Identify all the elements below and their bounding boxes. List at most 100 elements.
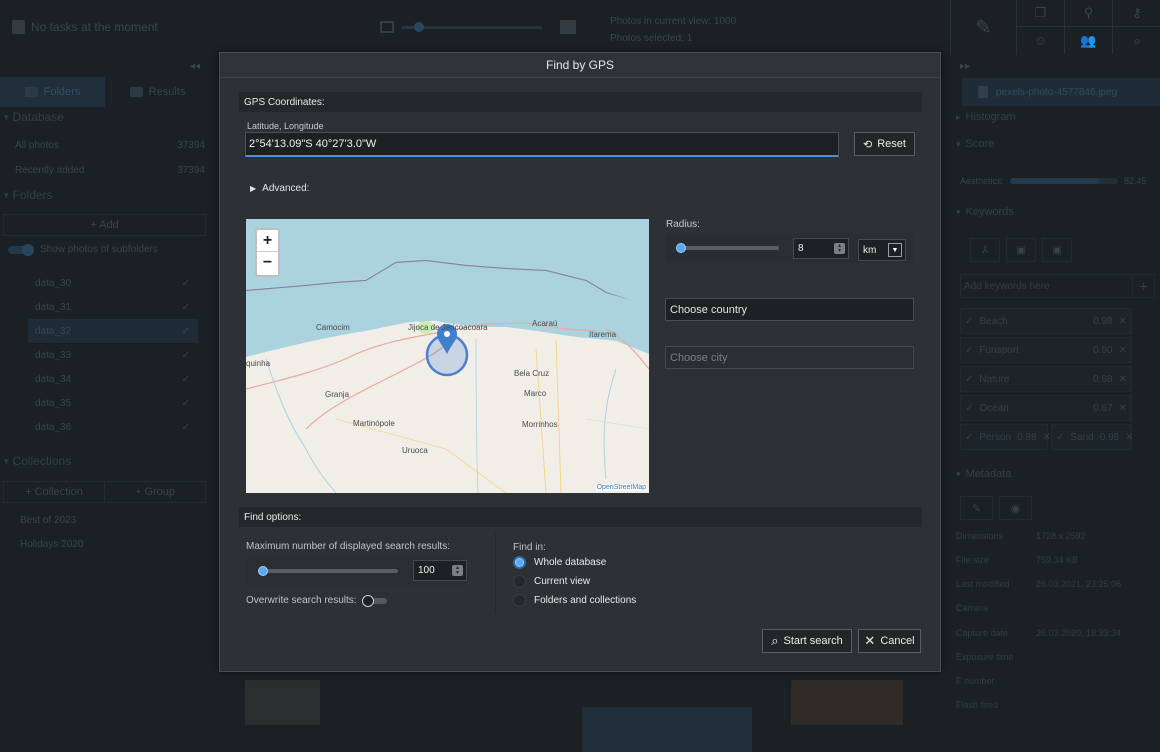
expand-right-icon[interactable]: ▸▸ xyxy=(960,61,970,72)
remove-icon[interactable]: ✕ xyxy=(1119,316,1127,327)
dropdown-arrow-icon[interactable]: ▼ xyxy=(888,243,902,257)
radius-slider-knob[interactable] xyxy=(676,243,686,253)
coordinates-input[interactable] xyxy=(245,132,839,157)
remove-icon[interactable]: ✕ xyxy=(1119,345,1127,356)
unit-value: km xyxy=(863,245,876,256)
max-results-knob[interactable] xyxy=(258,566,268,576)
metadata-header[interactable]: Metadata xyxy=(956,468,1011,480)
radio-folders-collections[interactable]: Folders and collections xyxy=(513,594,636,607)
keyword-chip[interactable]: ✓Beach0.98✕ xyxy=(960,308,1132,334)
tab-folders[interactable]: Folders xyxy=(0,77,105,107)
max-results-slider[interactable] xyxy=(260,569,398,573)
collection-item[interactable]: Best of 2023 xyxy=(20,515,76,526)
folder-item[interactable]: data_35✓ xyxy=(28,391,198,415)
keyword-name: Funsport xyxy=(979,345,1087,356)
photo-thumbnail[interactable] xyxy=(245,680,320,725)
people-icon[interactable]: 👥 xyxy=(1065,27,1113,54)
photo-thumbnail[interactable] xyxy=(582,707,752,752)
radio-current-view[interactable]: Current view xyxy=(513,575,590,588)
recently-added-item[interactable]: Recently added37394 xyxy=(15,165,205,176)
radio-whole-database[interactable]: Whole database xyxy=(513,556,606,569)
city-select[interactable]: Choose city xyxy=(665,346,914,369)
radio-dot[interactable] xyxy=(513,594,526,607)
save-icon[interactable]: ▣ xyxy=(1006,238,1036,262)
start-search-button[interactable]: ⌕ Start search xyxy=(762,629,852,653)
all-photos-item[interactable]: All photos37394 xyxy=(15,140,205,151)
keyword-chip[interactable]: ✓Person0.88✕ xyxy=(960,424,1048,450)
add-keyword-button[interactable]: + xyxy=(1132,275,1154,297)
toggle-switch[interactable] xyxy=(8,246,32,254)
keyword-chip[interactable]: ✓Funsport0.90✕ xyxy=(960,337,1132,363)
folder-item-selected[interactable]: data_32✓ xyxy=(28,319,198,343)
radius-slider[interactable] xyxy=(679,246,779,250)
country-select[interactable]: Choose country xyxy=(665,298,914,321)
keyword-chip[interactable]: ✓Nature0.98✕ xyxy=(960,366,1132,392)
reset-button[interactable]: ⟲ Reset xyxy=(854,132,915,156)
map-view[interactable]: Camocim Jijoca de Jericoacoara Acaraú It… xyxy=(246,219,649,493)
collection-item[interactable]: Holidays 2020 xyxy=(20,539,83,550)
key-icon[interactable]: ⚷ xyxy=(1113,0,1160,27)
map-attribution[interactable]: OpenStreetMap xyxy=(596,484,647,491)
remove-icon[interactable]: ✕ xyxy=(1043,432,1051,443)
add-collection-button[interactable]: + Collection xyxy=(4,482,105,502)
folder-item[interactable]: data_34✓ xyxy=(28,367,198,391)
tab-results[interactable]: Results xyxy=(105,77,210,107)
photo-thumbnail[interactable] xyxy=(791,680,903,725)
collections-header[interactable]: Collections xyxy=(4,454,71,468)
item-label: All photos xyxy=(15,140,59,151)
duplicates-icon[interactable]: ❐ xyxy=(1017,0,1065,27)
folders-header[interactable]: Folders xyxy=(4,188,53,202)
radius-spinbox[interactable]: 8 ▴▾ xyxy=(793,238,849,259)
search-icon[interactable]: ⌕ xyxy=(1113,27,1160,54)
merge-icon[interactable]: ⅄ xyxy=(970,238,1000,262)
location-pin-icon[interactable]: ⚲ xyxy=(1065,0,1113,27)
database-header[interactable]: Database xyxy=(4,110,64,124)
zoom-in-button[interactable]: + xyxy=(257,230,278,252)
radius-unit-select[interactable]: km ▼ xyxy=(858,239,906,261)
add-keywords-input[interactable]: Add keywords here+ xyxy=(960,274,1155,298)
spin-arrows-icon[interactable]: ▴▾ xyxy=(834,243,845,254)
radius-value: 8 xyxy=(798,243,804,254)
remove-icon[interactable]: ✕ xyxy=(1125,432,1133,443)
slider-knob[interactable] xyxy=(414,22,424,32)
pencil-icon[interactable]: ✎ xyxy=(960,496,993,520)
radio-dot[interactable] xyxy=(513,575,526,588)
show-subfolders-toggle[interactable]: Show photos of subfolders xyxy=(8,244,158,255)
country-value: Choose country xyxy=(670,304,747,316)
keyword-chip[interactable]: ✓Ocean0.67✕ xyxy=(960,395,1132,421)
find-by-gps-dialog: Find by GPS GPS Coordinates: Latitude, L… xyxy=(219,52,941,672)
folder-item[interactable]: data_33✓ xyxy=(28,343,198,367)
file-icon xyxy=(978,86,988,98)
section-label: Score xyxy=(966,138,995,150)
metadata-key: File size xyxy=(956,555,1036,565)
photos-in-view: Photos in current view: 1000 xyxy=(610,13,736,30)
folder-item[interactable]: data_31✓ xyxy=(28,295,198,319)
add-group-button[interactable]: + Group xyxy=(105,482,205,502)
thumbnail-size-slider[interactable] xyxy=(402,26,542,29)
max-results-spinbox[interactable]: 100 ▴▾ xyxy=(413,560,467,581)
collapse-left-icon[interactable]: ◂◂ xyxy=(190,61,200,72)
advanced-toggle[interactable]: ▶ Advanced: xyxy=(250,183,309,194)
keywords-header[interactable]: Keywords xyxy=(956,206,1014,218)
metadata-row: Capture date26.03.2020, 18:33:34 xyxy=(956,628,1156,638)
remove-icon[interactable]: ✕ xyxy=(1119,374,1127,385)
metadata-key: Capture date xyxy=(956,628,1036,638)
keyword-name: Beach xyxy=(979,316,1087,327)
toggle-switch[interactable] xyxy=(365,598,387,604)
histogram-header[interactable]: Histogram xyxy=(956,111,1016,123)
zoom-out-button[interactable]: − xyxy=(257,252,278,274)
radio-dot[interactable] xyxy=(513,556,526,569)
folder-item[interactable]: data_36✓ xyxy=(28,415,198,439)
cancel-button[interactable]: ✕ Cancel xyxy=(858,629,921,653)
folder-item[interactable]: data_30✓ xyxy=(28,271,198,295)
score-header[interactable]: Score xyxy=(956,138,994,150)
spin-arrows-icon[interactable]: ▴▾ xyxy=(452,565,463,576)
edit-list-icon[interactable]: ✎ xyxy=(951,0,1017,55)
remove-icon[interactable]: ✕ xyxy=(1119,403,1127,414)
eye-icon[interactable]: ◉ xyxy=(999,496,1032,520)
add-folder-button[interactable]: + Add xyxy=(3,214,206,236)
archive-icon[interactable]: ▣ xyxy=(1042,238,1072,262)
keyword-chip[interactable]: ✓Sand0.98✕ xyxy=(1051,424,1132,450)
face-icon[interactable]: ☺ xyxy=(1017,27,1065,54)
overwrite-results-toggle[interactable]: Overwrite search results: xyxy=(246,595,387,606)
